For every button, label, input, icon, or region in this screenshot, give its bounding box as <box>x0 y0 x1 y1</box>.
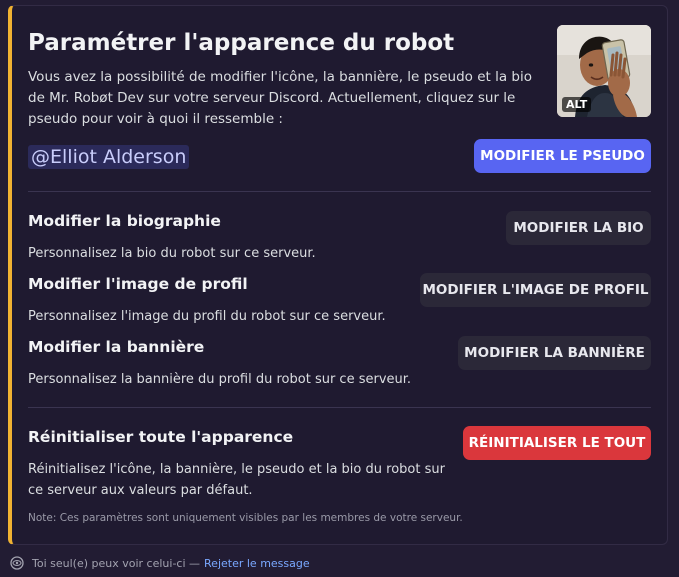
divider <box>28 191 651 192</box>
embed-title: Paramétrer l'apparence du robot <box>28 30 455 56</box>
alt-badge[interactable]: ALT <box>562 97 592 112</box>
reset-all-button[interactable]: RÉINITIALISER LE TOUT <box>463 426 651 460</box>
user-mention[interactable]: @Elliot Alderson <box>28 145 190 169</box>
bio-section-title: Modifier la biographie <box>28 212 221 230</box>
embed-thumbnail[interactable]: ALT <box>557 25 651 117</box>
ephemeral-notice: Toi seul(e) peux voir celui-ci — Rejeter… <box>10 556 310 570</box>
banner-section-title: Modifier la bannière <box>28 338 205 356</box>
edit-bio-button[interactable]: MODIFIER LA BIO <box>506 211 651 245</box>
edit-avatar-button[interactable]: MODIFIER L'IMAGE DE PROFIL <box>420 273 651 307</box>
edit-banner-button[interactable]: MODIFIER LA BANNIÈRE <box>458 336 651 370</box>
avatar-section-title: Modifier l'image de profil <box>28 275 248 293</box>
embed-card: Paramétrer l'apparence du robot Vous ave… <box>8 5 668 545</box>
reset-section-description: Réinitialisez l'icône, la bannière, le p… <box>28 462 445 498</box>
reset-section-title: Réinitialiser toute l'apparence <box>28 428 294 446</box>
divider <box>28 407 651 408</box>
visibility-text: Toi seul(e) peux voir celui-ci — <box>32 556 201 570</box>
banner-section-description: Personnalisez la bannière du profil du r… <box>28 372 412 387</box>
dismiss-message-link[interactable]: Rejeter le message <box>204 557 310 570</box>
eye-icon <box>10 556 24 570</box>
bio-section-description: Personnalisez la bio du robot sur ce ser… <box>28 246 316 261</box>
embed-description: Vous avez la possibilité de modifier l'i… <box>28 69 533 127</box>
avatar-section-description: Personnalisez l'image du profil du robot… <box>28 309 386 324</box>
footer-note: Note: Ces paramètres sont uniquement vis… <box>28 512 463 524</box>
rename-button[interactable]: MODIFIER LE PSEUDO <box>474 139 651 173</box>
